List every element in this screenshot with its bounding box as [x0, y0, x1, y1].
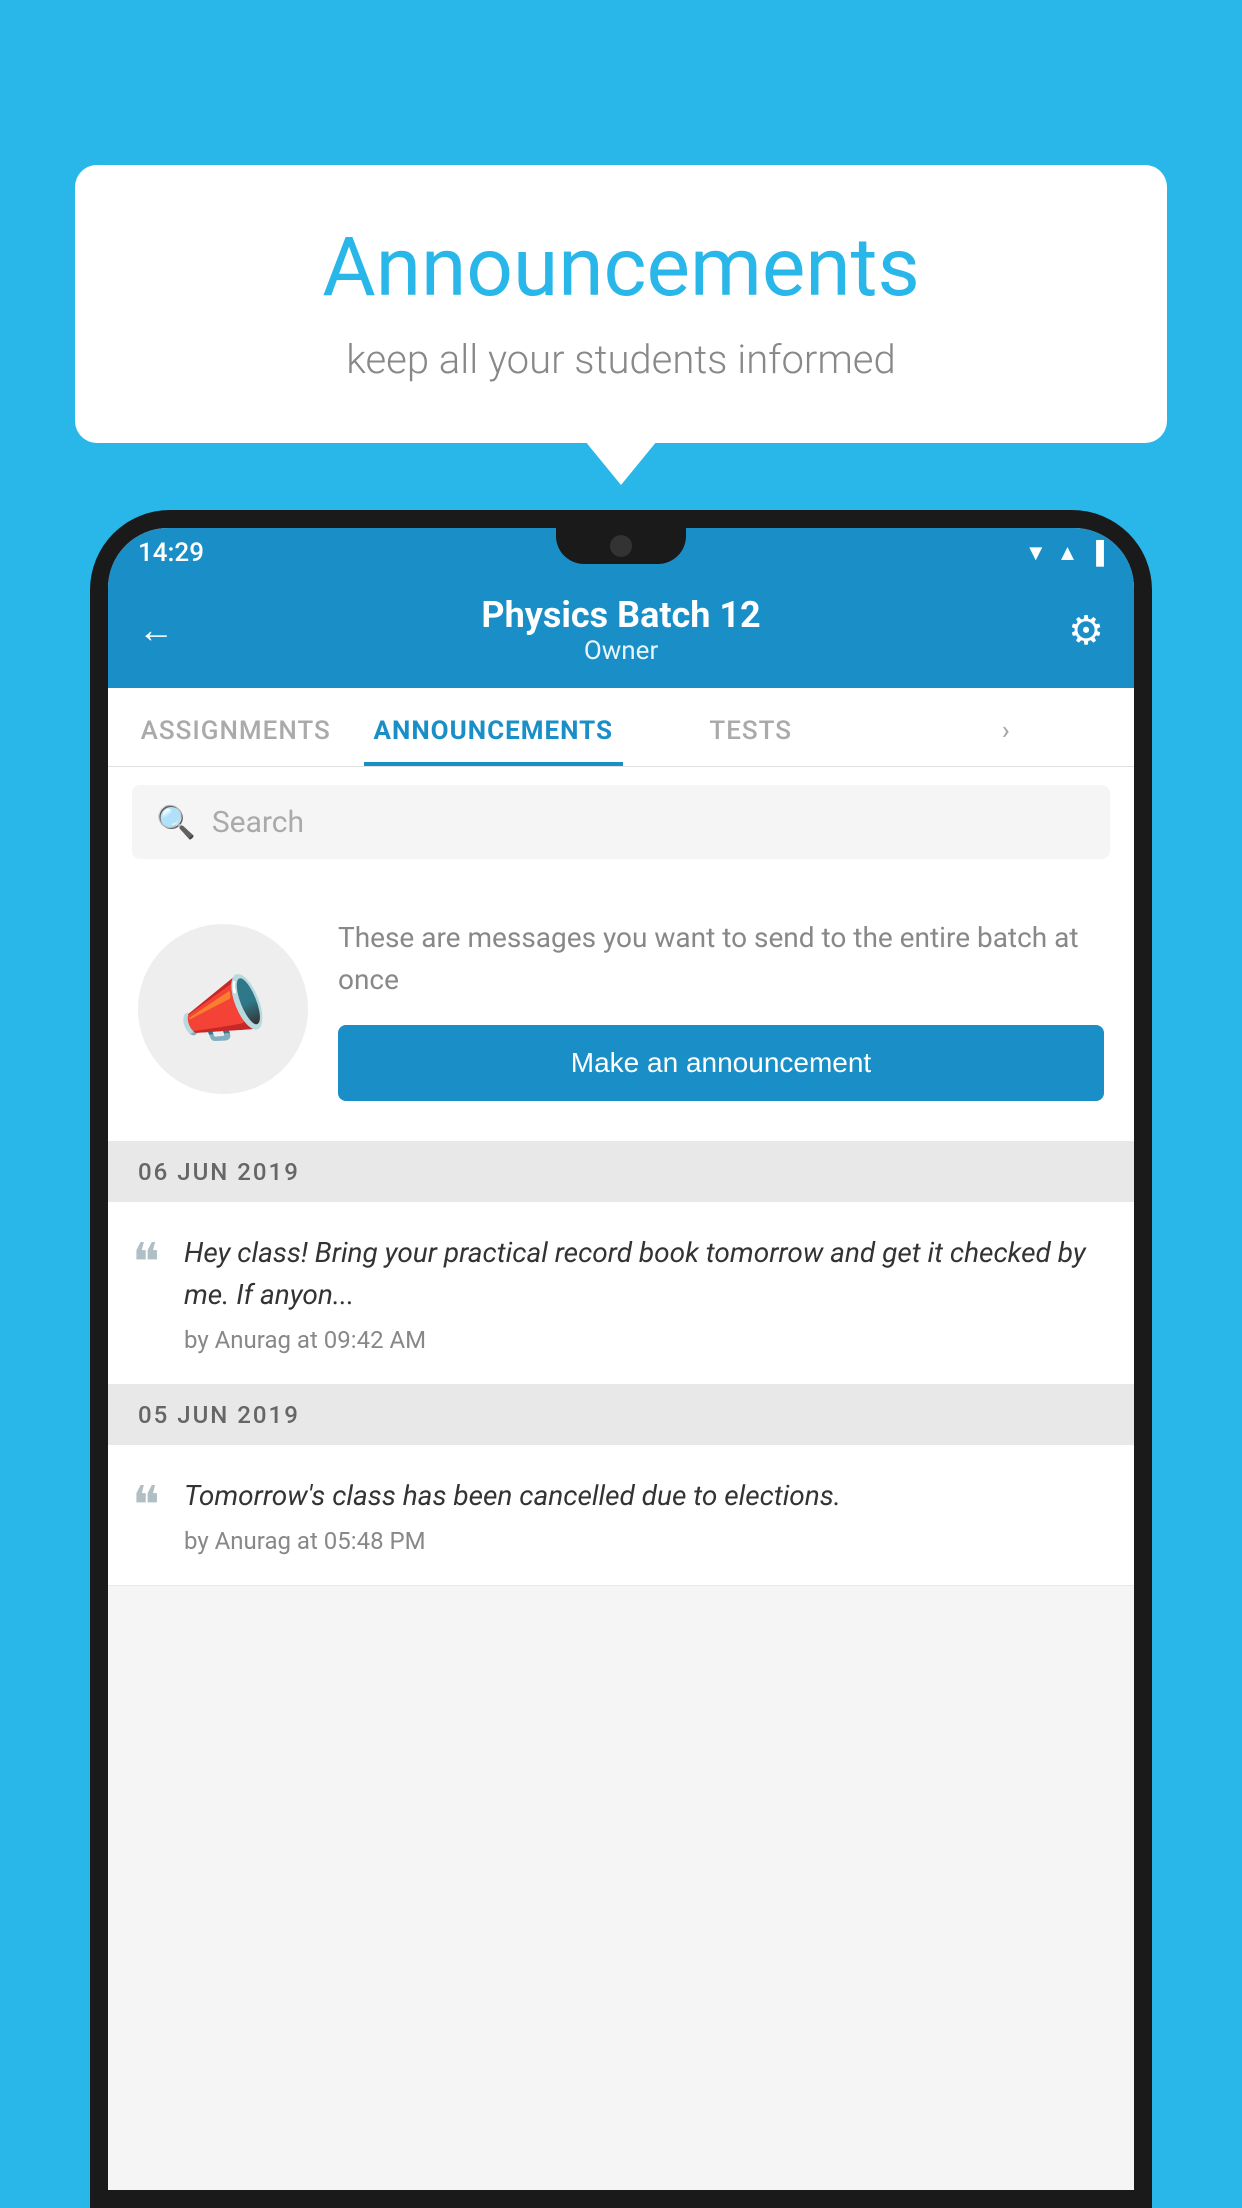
app-header: ← Physics Batch 12 Owner ⚙ — [108, 576, 1134, 688]
tabs-bar: ASSIGNMENTS ANNOUNCEMENTS TESTS › — [108, 688, 1134, 767]
announcement-item-1[interactable]: ❝ Hey class! Bring your practical record… — [108, 1202, 1134, 1385]
phone-mockup: 14:29 ▼ ▲ ▐ ← Physics Batch 12 Owner ⚙ — [90, 510, 1152, 2208]
speech-bubble: Announcements keep all your students inf… — [75, 165, 1167, 443]
status-time: 14:29 — [138, 538, 204, 568]
announcement-content-2: Tomorrow's class has been cancelled due … — [184, 1475, 1104, 1555]
quote-icon-2: ❝ — [132, 1481, 160, 1533]
speech-bubble-container: Announcements keep all your students inf… — [75, 165, 1167, 443]
phone-notch — [556, 528, 686, 564]
tab-assignments[interactable]: ASSIGNMENTS — [108, 688, 364, 766]
phone-camera — [610, 535, 632, 557]
date-separator-1: 06 JUN 2019 — [108, 1142, 1134, 1202]
announcement-text-2: Tomorrow's class has been cancelled due … — [184, 1475, 1104, 1517]
tab-more[interactable]: › — [878, 688, 1134, 766]
announcement-content-1: Hey class! Bring your practical record b… — [184, 1232, 1104, 1354]
date-separator-2: 05 JUN 2019 — [108, 1385, 1134, 1445]
search-input[interactable]: Search — [212, 805, 304, 840]
page-subtitle: keep all your students informed — [135, 336, 1107, 383]
settings-icon[interactable]: ⚙ — [1068, 607, 1104, 654]
prompt-description: These are messages you want to send to t… — [338, 917, 1104, 1001]
status-icons: ▼ ▲ ▐ — [1025, 540, 1104, 566]
header-title-group: Physics Batch 12 Owner — [174, 594, 1068, 666]
announcement-meta-2: by Anurag at 05:48 PM — [184, 1527, 1104, 1555]
search-container: 🔍 Search — [108, 767, 1134, 877]
quote-icon-1: ❝ — [132, 1238, 160, 1290]
back-button[interactable]: ← — [138, 609, 174, 651]
wifi-icon: ▼ — [1025, 540, 1047, 566]
announcement-prompt: 📣 These are messages you want to send to… — [108, 877, 1134, 1142]
make-announcement-button[interactable]: Make an announcement — [338, 1025, 1104, 1101]
megaphone-circle: 📣 — [138, 924, 308, 1094]
announcement-text-1: Hey class! Bring your practical record b… — [184, 1232, 1104, 1316]
tab-tests[interactable]: TESTS — [623, 688, 879, 766]
page-title: Announcements — [135, 220, 1107, 316]
phone-screen: 14:29 ▼ ▲ ▐ ← Physics Batch 12 Owner ⚙ — [108, 528, 1134, 2190]
announcement-item-2[interactable]: ❝ Tomorrow's class has been cancelled du… — [108, 1445, 1134, 1586]
search-bar[interactable]: 🔍 Search — [132, 785, 1110, 859]
batch-title: Physics Batch 12 — [174, 594, 1068, 636]
batch-role: Owner — [174, 636, 1068, 666]
megaphone-icon: 📣 — [178, 967, 268, 1052]
signal-icon: ▲ — [1057, 540, 1079, 566]
tab-announcements[interactable]: ANNOUNCEMENTS — [364, 688, 623, 766]
announcement-meta-1: by Anurag at 09:42 AM — [184, 1326, 1104, 1354]
search-icon: 🔍 — [156, 803, 196, 841]
phone-outer: 14:29 ▼ ▲ ▐ ← Physics Batch 12 Owner ⚙ — [90, 510, 1152, 2208]
prompt-right: These are messages you want to send to t… — [338, 917, 1104, 1101]
battery-icon: ▐ — [1088, 540, 1104, 566]
